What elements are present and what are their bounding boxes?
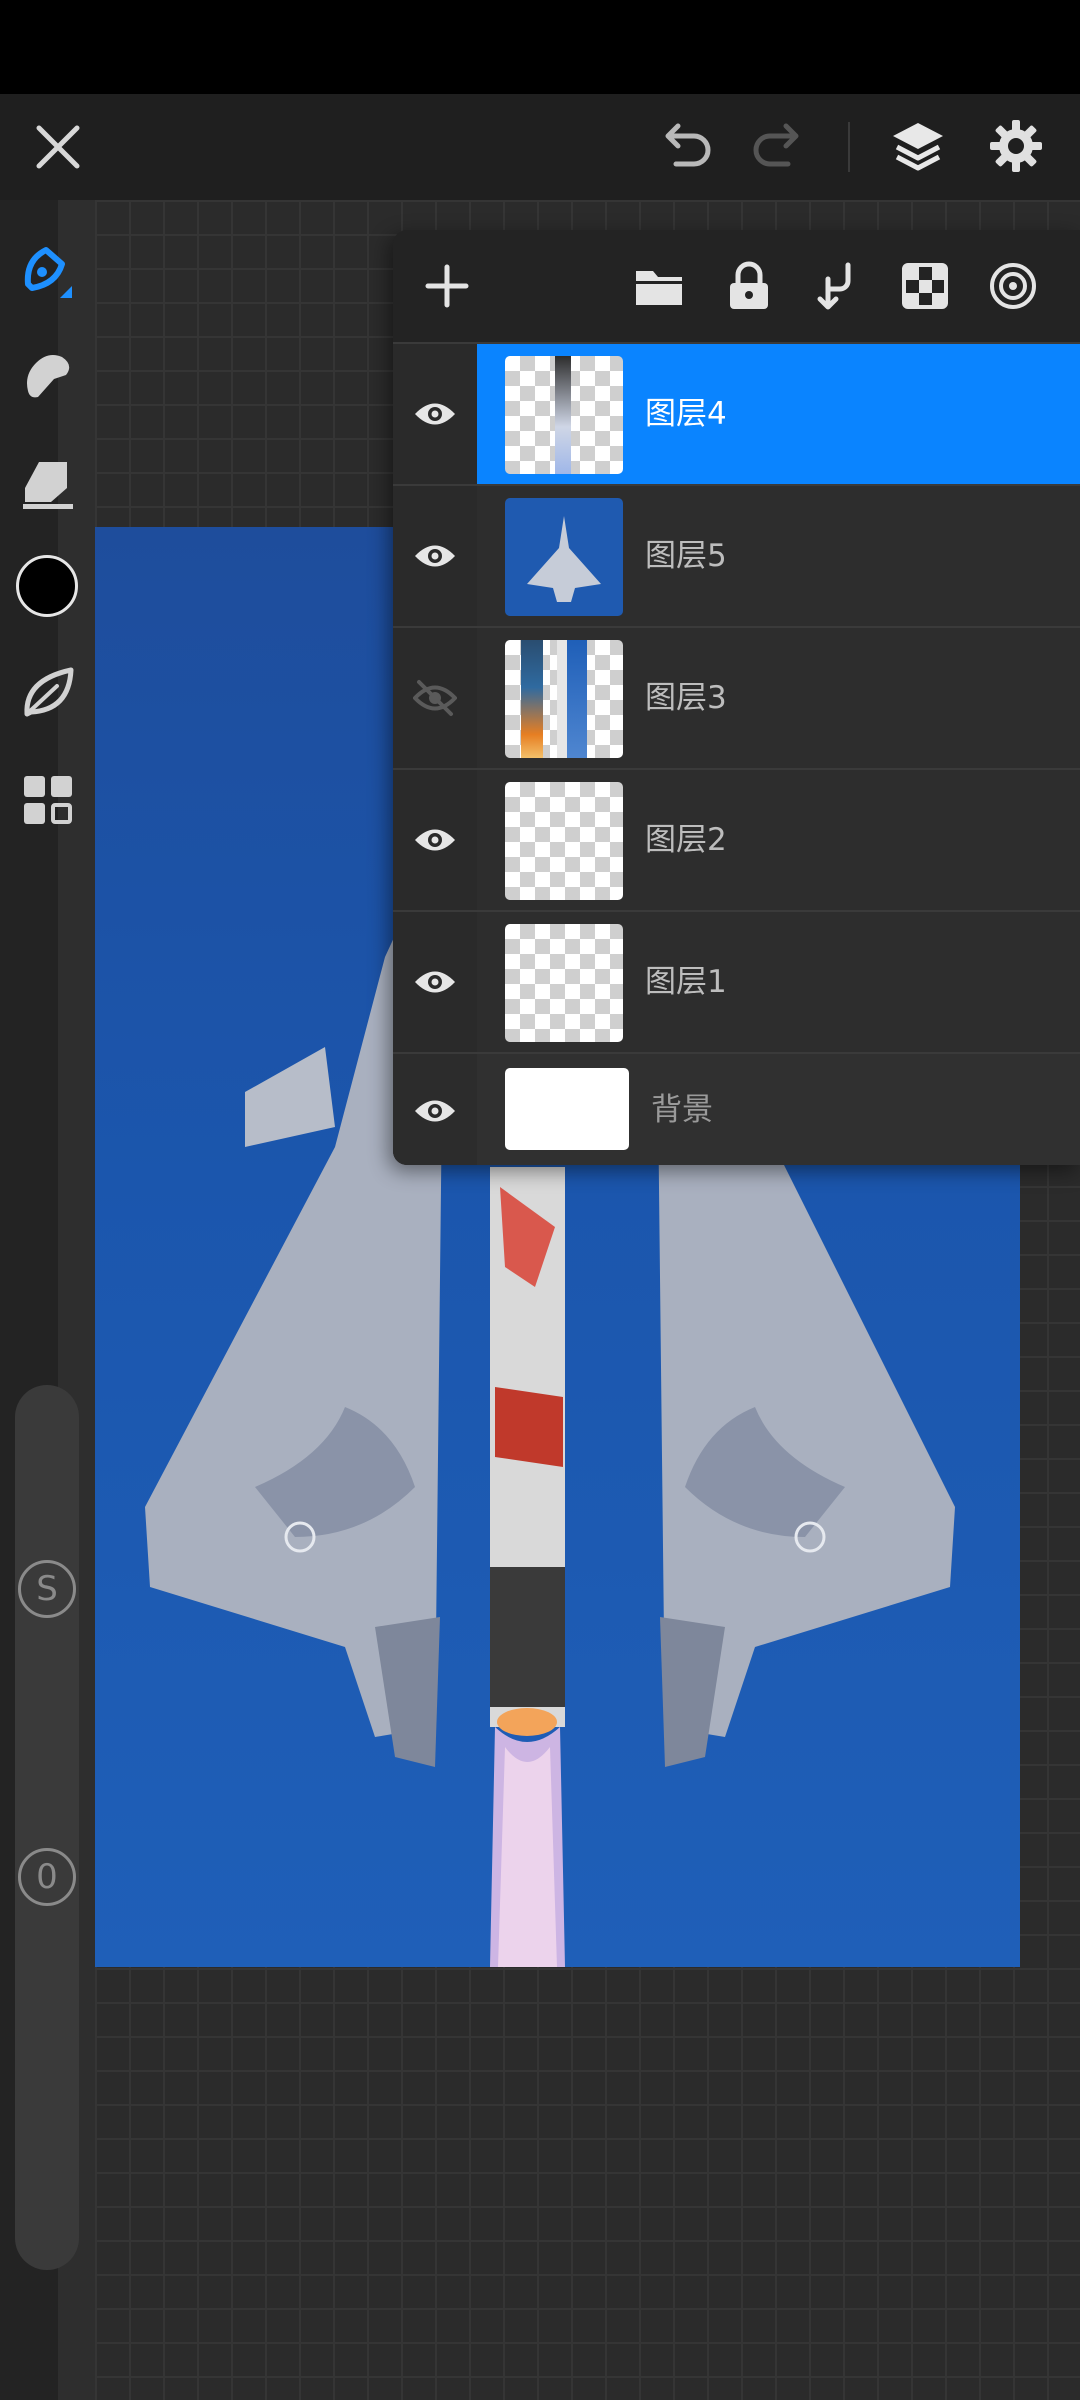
target-icon	[990, 263, 1036, 309]
close-icon	[36, 125, 80, 169]
layer-name: 图层1	[645, 964, 727, 1000]
layer-name: 图层2	[645, 822, 727, 858]
brush-icon	[24, 247, 72, 298]
size-knob-label: S	[36, 1569, 58, 1609]
background-layer-row[interactable]: 背景	[393, 1052, 1080, 1165]
size-slider-knob[interactable]: S	[18, 1560, 76, 1618]
layer-row[interactable]: 图层2	[393, 768, 1080, 910]
layer-thumbnail	[505, 498, 623, 616]
color-swatch[interactable]	[16, 555, 78, 617]
redo-icon	[753, 123, 799, 167]
visibility-toggle[interactable]	[393, 344, 477, 484]
layer-name: 图层3	[645, 680, 727, 716]
folder-icon	[636, 271, 682, 305]
alpha-lock-button[interactable]	[891, 252, 959, 320]
settings-button[interactable]	[976, 106, 1056, 186]
eye-icon	[415, 545, 455, 567]
visibility-toggle[interactable]	[393, 770, 477, 910]
eye-icon	[415, 829, 455, 851]
brush-slider-track[interactable]	[15, 1385, 79, 2270]
lock-icon	[730, 261, 768, 309]
brush-tool[interactable]	[0, 225, 95, 315]
gear-icon	[990, 120, 1042, 172]
eye-icon	[415, 403, 455, 425]
layer-row[interactable]: 图层4	[393, 342, 1080, 484]
status-bar	[0, 0, 1080, 94]
eraser-icon	[22, 462, 73, 509]
layer-row[interactable]: 图层3	[393, 626, 1080, 768]
visibility-toggle[interactable]	[393, 628, 477, 768]
eye-icon	[415, 971, 455, 993]
add-icon	[425, 264, 469, 308]
layers-icon	[893, 123, 943, 171]
opacity-knob-label: 0	[36, 1857, 58, 1897]
leaf-icon	[23, 667, 73, 717]
merge-down-button[interactable]	[803, 252, 871, 320]
visibility-toggle[interactable]	[393, 486, 477, 626]
merge-down-icon	[817, 262, 851, 310]
layer-name: 背景	[651, 1092, 713, 1128]
lock-button[interactable]	[715, 252, 783, 320]
layer-thumbnail	[505, 640, 623, 758]
checkerboard-icon	[902, 263, 948, 309]
toolbar-divider	[848, 122, 850, 172]
layer-thumbnail	[505, 924, 623, 1042]
redo-button[interactable]	[740, 109, 816, 185]
eye-icon	[415, 1100, 455, 1121]
layers-toolbar	[393, 230, 1080, 342]
leaf-tool[interactable]	[0, 648, 95, 738]
add-layer-button[interactable]	[413, 252, 481, 320]
visibility-toggle[interactable]	[393, 912, 477, 1052]
layer-row[interactable]: 图层1	[393, 910, 1080, 1052]
gallery-button[interactable]	[0, 755, 95, 845]
undo-button[interactable]	[648, 109, 724, 185]
layers-panel: 图层4 图层5 图层3 图层2 图层1 背景	[393, 230, 1080, 1165]
visibility-toggle[interactable]	[393, 1054, 477, 1165]
folder-button[interactable]	[625, 252, 693, 320]
smudge-tool[interactable]	[0, 330, 95, 420]
eye-hidden-icon	[413, 680, 457, 716]
smudge-icon	[26, 355, 69, 398]
layers-button[interactable]	[878, 106, 958, 186]
top-toolbar	[0, 94, 1080, 200]
layer-thumbnail	[505, 356, 623, 474]
layer-thumbnail	[505, 782, 623, 900]
reference-button[interactable]	[979, 252, 1047, 320]
eraser-tool[interactable]	[0, 438, 95, 528]
layer-row[interactable]: 图层5	[393, 484, 1080, 626]
background-color-swatch	[505, 1068, 629, 1150]
gallery-grid-icon	[23, 776, 72, 824]
layer-name: 图层4	[645, 396, 727, 432]
layer-name: 图层5	[645, 538, 727, 574]
opacity-slider-knob[interactable]: 0	[18, 1848, 76, 1906]
close-button[interactable]	[20, 109, 96, 185]
undo-icon	[665, 123, 711, 167]
